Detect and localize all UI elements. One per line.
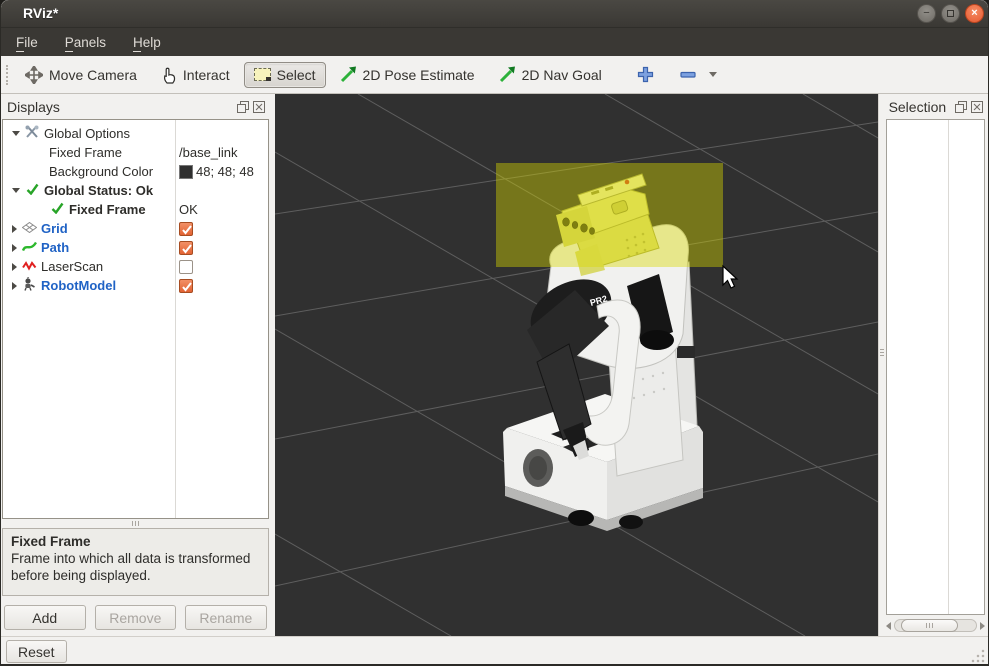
color-swatch (179, 165, 193, 179)
main-area: Displays (1, 94, 988, 636)
selection-column-divider[interactable] (948, 120, 949, 614)
close-button[interactable]: × (965, 4, 984, 23)
tool-options-caret-icon (709, 72, 717, 77)
selection-panel: Selection (878, 94, 988, 636)
scroll-right-icon[interactable] (980, 622, 985, 630)
tool-2d-pose-estimate[interactable]: 2D Pose Estimate (330, 61, 485, 88)
expander-icon[interactable] (12, 282, 17, 290)
displays-buttons-row: Add Remove Rename (1, 596, 270, 636)
tool-select[interactable]: Select (244, 62, 326, 88)
rviz-window: RViz* − × File Panels Help Move Camera (0, 0, 989, 666)
tree-row-background-color[interactable]: Background Color 48; 48; 48 (3, 162, 268, 181)
statusbar: Reset (1, 636, 988, 666)
tree-help-splitter[interactable] (1, 519, 270, 528)
rename-display-button[interactable]: Rename (185, 605, 267, 630)
maximize-button[interactable] (941, 4, 960, 23)
window-controls: − × (917, 4, 984, 23)
selection-panel-title: Selection (889, 99, 947, 115)
tree-row-grid[interactable]: Grid (3, 219, 268, 238)
scroll-left-icon[interactable] (886, 622, 891, 630)
menu-file[interactable]: File (16, 35, 38, 50)
toolbar: Move Camera Interact Select 2D Pose Esti… (1, 56, 988, 94)
selection-rubber-band (496, 163, 723, 267)
selection-list[interactable] (886, 119, 985, 615)
mouse-cursor (723, 266, 737, 288)
tool-interact[interactable]: Interact (151, 61, 240, 89)
tree-row-status-fixed-frame[interactable]: Fixed Frame OK (3, 200, 268, 219)
laserscan-checkbox[interactable] (179, 260, 193, 274)
fixed-frame-value[interactable]: /base_link (179, 143, 238, 162)
minus-icon (679, 65, 697, 84)
close-panel-icon[interactable] (971, 101, 983, 113)
float-panel-icon[interactable] (955, 101, 967, 113)
path-checkbox[interactable] (179, 241, 193, 255)
pose-estimate-arrow-icon (340, 66, 357, 83)
select-marquee-icon (254, 68, 271, 81)
minimize-button[interactable]: − (917, 4, 936, 23)
robotmodel-checkbox[interactable] (179, 279, 193, 293)
tree-row-laserscan[interactable]: LaserScan (3, 257, 268, 276)
displays-tree: Global Options Fixed Frame /base_link Ba… (2, 119, 269, 519)
tree-row-global-options[interactable]: Global Options (3, 124, 268, 143)
tools-icon (25, 125, 40, 139)
float-panel-icon[interactable] (237, 101, 249, 113)
selection-panel-header: Selection (879, 94, 988, 119)
displays-panel: Displays (1, 94, 270, 636)
expander-icon[interactable] (12, 131, 20, 136)
file-mnemonic-underline (16, 51, 24, 52)
menu-panels[interactable]: Panels (65, 35, 106, 50)
plus-icon (636, 65, 655, 84)
titlebar[interactable]: RViz* − × (1, 0, 988, 28)
expander-icon[interactable] (12, 244, 17, 252)
status-ok-check-icon (51, 202, 64, 214)
status-value: OK (179, 200, 198, 219)
tree-row-global-status[interactable]: Global Status: Ok (3, 181, 268, 200)
toolbar-drag-handle[interactable] (6, 65, 10, 85)
menubar: File Panels Help (1, 28, 988, 56)
close-panel-icon[interactable] (253, 101, 265, 113)
grid-checkbox[interactable] (179, 222, 193, 236)
3d-scene: PR2 (275, 94, 878, 636)
laserscan-display-icon (22, 260, 37, 271)
help-body: Frame into which all data is transformed… (11, 551, 260, 585)
displays-panel-title: Displays (7, 99, 60, 115)
expander-icon[interactable] (12, 263, 17, 271)
background-color-value[interactable]: 48; 48; 48 (179, 162, 254, 181)
selection-panel-splitter[interactable] (880, 349, 884, 356)
window-resize-grip[interactable] (971, 649, 985, 663)
add-tool-button[interactable] (626, 60, 665, 89)
tree-row-robotmodel[interactable]: RobotModel (3, 276, 268, 295)
expander-icon[interactable] (12, 188, 20, 193)
help-mnemonic-underline (133, 51, 141, 52)
menu-help[interactable]: Help (133, 35, 161, 50)
remove-display-button[interactable]: Remove (95, 605, 177, 630)
scrollbar-track[interactable] (894, 619, 977, 632)
expander-icon[interactable] (12, 225, 17, 233)
tool-move-camera[interactable]: Move Camera (15, 61, 147, 89)
grid-display-icon (22, 222, 37, 233)
panels-mnemonic-underline (65, 51, 73, 52)
selection-h-scrollbar[interactable] (886, 618, 985, 633)
move-camera-icon (25, 66, 43, 84)
nav-goal-arrow-icon (499, 66, 516, 83)
tree-row-fixed-frame[interactable]: Fixed Frame /base_link (3, 143, 268, 162)
displays-panel-header: Displays (1, 94, 270, 119)
property-help-box: Fixed Frame Frame into which all data is… (2, 528, 269, 596)
add-display-button[interactable]: Add (4, 605, 86, 630)
robotmodel-display-icon (22, 277, 37, 291)
scrollbar-thumb[interactable] (901, 619, 958, 632)
remove-tool-button[interactable] (669, 60, 727, 89)
tree-row-path[interactable]: Path (3, 238, 268, 257)
help-title: Fixed Frame (11, 534, 260, 551)
status-ok-check-icon (26, 183, 39, 195)
tool-2d-nav-goal[interactable]: 2D Nav Goal (489, 61, 612, 88)
reset-button[interactable]: Reset (6, 640, 67, 663)
maximize-icon (947, 10, 954, 17)
path-display-icon (22, 240, 37, 252)
render-viewport[interactable]: PR2 (275, 94, 878, 636)
interact-hand-icon (161, 66, 177, 84)
window-title: RViz* (23, 5, 58, 21)
